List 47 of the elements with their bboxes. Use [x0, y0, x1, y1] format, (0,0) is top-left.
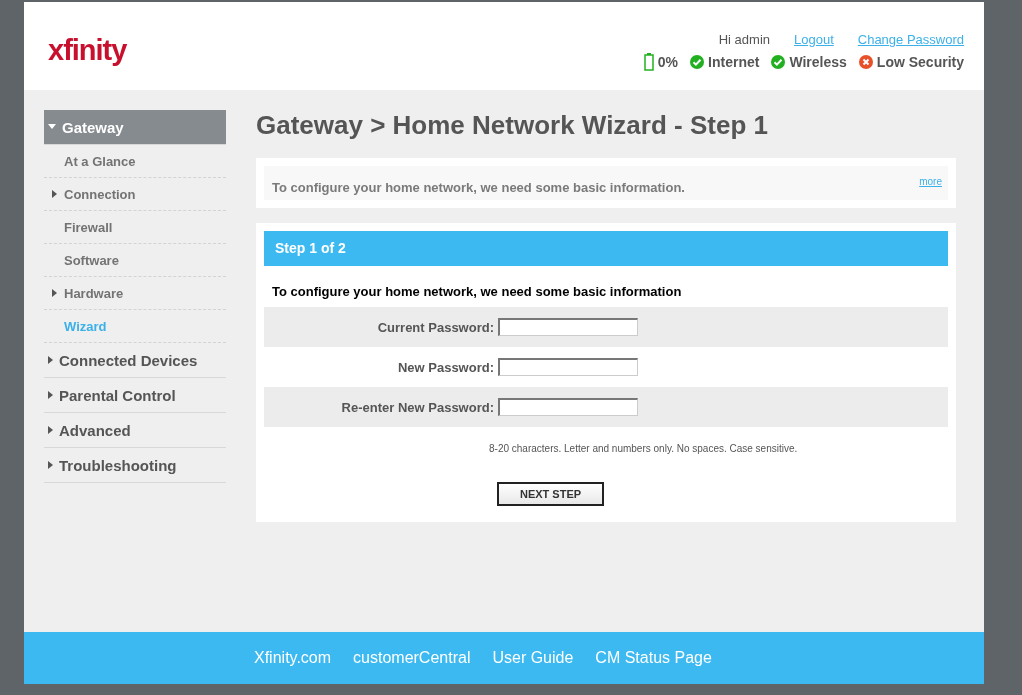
sidebar-item[interactable]: Advanced — [44, 413, 226, 448]
caret-right-icon — [48, 461, 53, 469]
header-link[interactable]: Logout — [794, 32, 834, 47]
password-field[interactable] — [498, 398, 638, 416]
check-icon — [690, 55, 705, 69]
greeting-text: Hi admin — [718, 32, 770, 47]
page-title: Gateway > Home Network Wizard - Step 1 — [256, 110, 769, 140]
status-label: Low Security — [876, 54, 964, 70]
sidebar-subitem[interactable]: Wizard — [44, 310, 226, 343]
sidebar-subitem[interactable]: Hardware — [44, 277, 226, 310]
caret-right-icon — [48, 391, 53, 399]
sidebar-subitem[interactable]: Firewall — [44, 211, 226, 244]
caret-right-icon — [52, 190, 57, 198]
info-text: To configure your home network, we need some basic information. — [272, 180, 685, 195]
sidebar-item[interactable]: Gateway — [44, 110, 226, 145]
field-label: New Password: — [396, 359, 495, 375]
status-label: 0% — [657, 54, 679, 70]
field-label: Re-enter New Password: — [340, 399, 495, 415]
sidebar-item[interactable]: Connected Devices — [44, 343, 226, 378]
hint-text: 8-20 characters. Letter and numbers only. No spaces. Case sensitive. — [488, 442, 799, 454]
status-label: Internet — [708, 54, 760, 70]
check-icon — [771, 55, 786, 69]
sidebar-subitem[interactable]: Connection — [44, 178, 226, 211]
battery-icon — [643, 53, 654, 71]
intro-text: To configure your home network, we need some basic information — [271, 283, 683, 301]
sidebar-item[interactable]: Troubleshooting — [44, 448, 226, 483]
caret-right-icon — [52, 289, 57, 297]
sidebar-subitem[interactable]: At a Glance — [44, 145, 226, 178]
xfinity-logo: xfinity — [48, 34, 127, 67]
footer-link[interactable]: CM Status Page — [595, 649, 712, 667]
status-label: Wireless — [789, 54, 847, 70]
caret-right-icon — [48, 426, 53, 434]
footer-link[interactable]: Xfinity.com — [254, 649, 332, 667]
password-field[interactable] — [498, 358, 638, 376]
password-field[interactable] — [498, 318, 638, 336]
caret-down-icon — [48, 124, 56, 130]
field-label: Current Password: — [376, 319, 495, 335]
header-link[interactable]: Change Password — [857, 32, 964, 47]
caret-right-icon — [48, 356, 53, 364]
sidebar-item[interactable]: Parental Control — [44, 378, 226, 413]
more-link[interactable]: more — [919, 176, 942, 187]
step-header: Step 1 of 2 — [264, 231, 948, 266]
sidebar-subitem[interactable]: Software — [44, 244, 226, 277]
footer-link[interactable]: User Guide — [492, 649, 574, 667]
next-step-button[interactable]: NEXT STEP — [497, 482, 604, 506]
footer-link[interactable]: customerCentral — [353, 649, 471, 667]
error-icon — [858, 55, 873, 69]
